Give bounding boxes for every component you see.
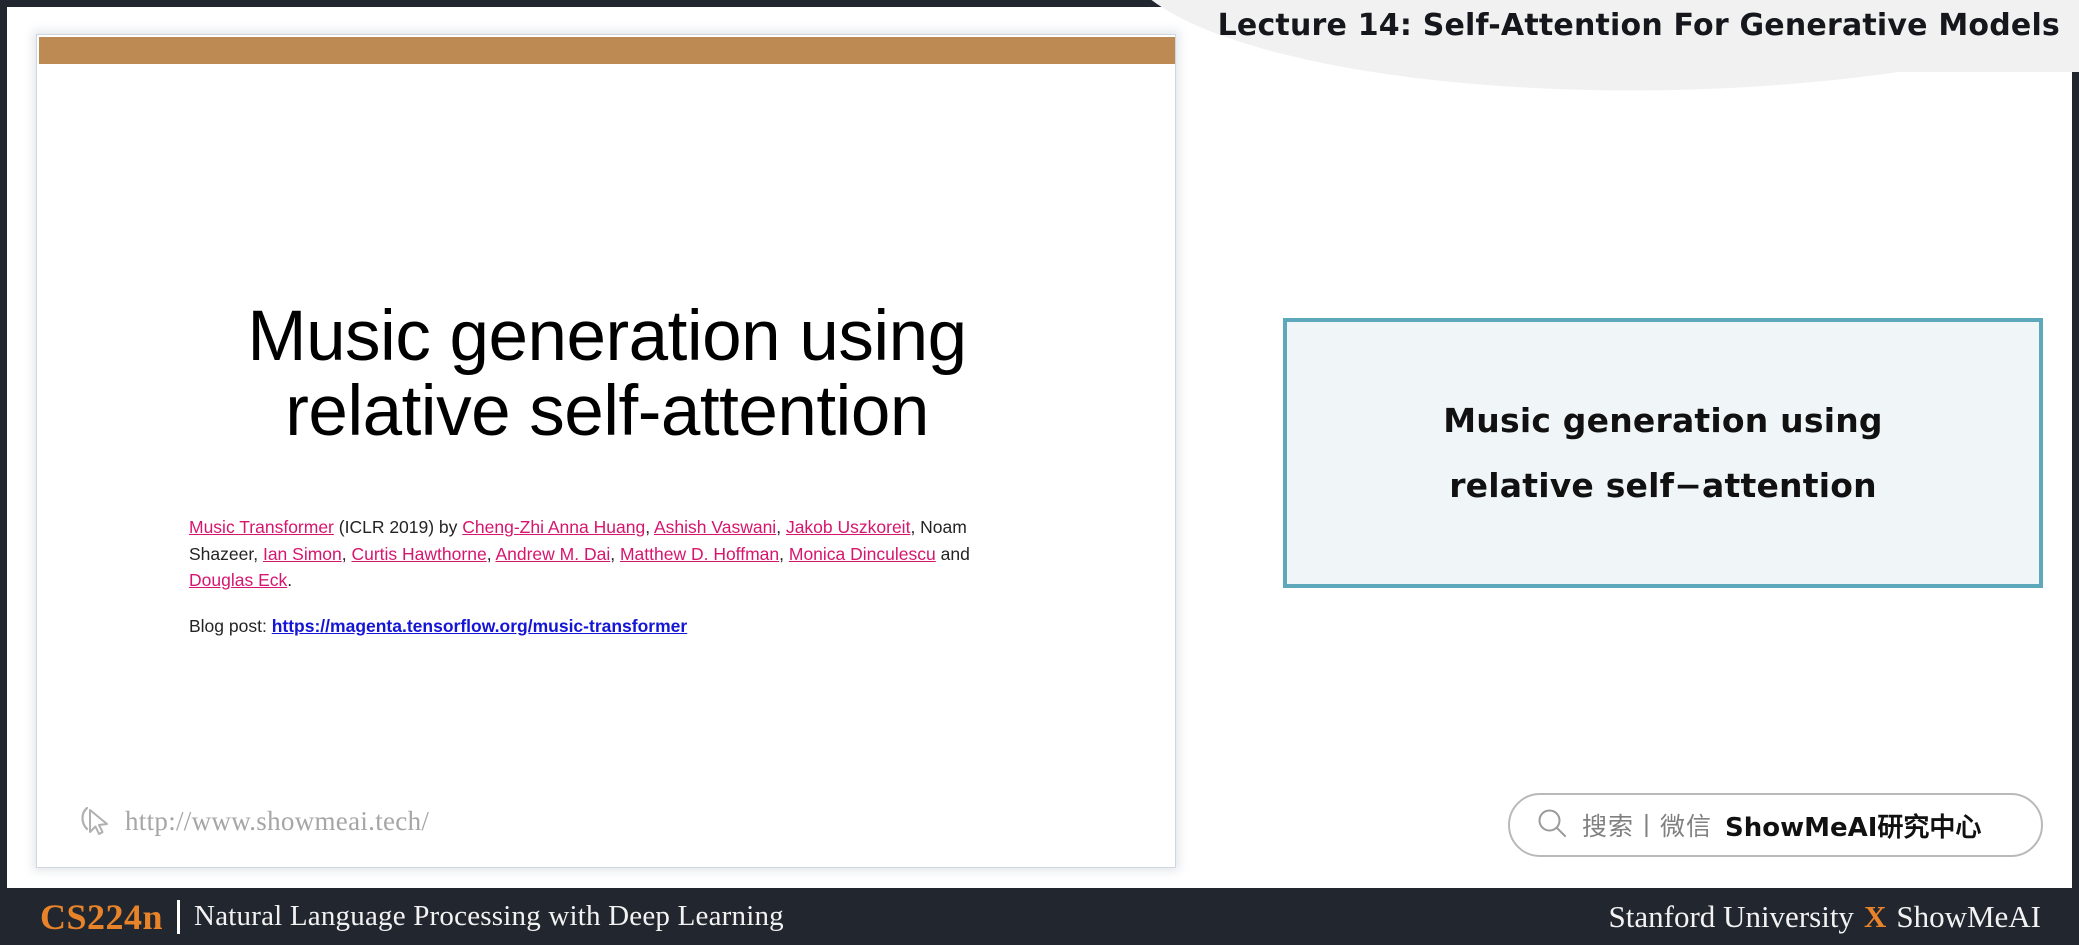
citation-author-5[interactable]: Curtis Hawthorne: [351, 544, 486, 564]
search-icon: [1535, 806, 1569, 845]
footer-left-group: CS224n Natural Language Processing with …: [40, 888, 784, 945]
slide-card: Music generation using relative self-att…: [36, 34, 1176, 868]
window-chrome-left: [0, 0, 7, 888]
citation-venue: (ICLR 2019) by: [333, 517, 463, 537]
annotation-panel: Music generation using relative self−att…: [1283, 318, 2043, 588]
footer-course-code: CS224n: [40, 896, 164, 937]
citation-author-6[interactable]: Andrew M. Dai: [495, 544, 610, 564]
blog-post-label: Blog post:: [189, 616, 272, 636]
citation-author-8[interactable]: Monica Dinculescu: [789, 544, 936, 564]
annotation-line-2: relative self−attention: [1449, 466, 1877, 505]
watermark-url: http://www.showmeai.tech/: [125, 806, 430, 836]
citation-sep-2: ,: [910, 517, 921, 537]
citation-author-4[interactable]: Ian Simon: [263, 544, 342, 564]
window-chrome-right: [2072, 0, 2079, 888]
footer-affiliation-right: ShowMeAI: [1896, 898, 2041, 934]
slide-title: Music generation using relative self-att…: [97, 297, 1117, 451]
annotation-line-1: Music generation using: [1443, 401, 1883, 440]
watermark: http://www.showmeai.tech/: [79, 802, 429, 841]
slide-title-line-2: relative self-attention: [285, 371, 929, 451]
citation-block: Music Transformer (ICLR 2019) by Cheng-Z…: [189, 514, 1034, 594]
footer-course-name: Natural Language Processing with Deep Le…: [194, 900, 784, 932]
footer-affiliation-x: X: [1863, 898, 1887, 934]
citation-author-1[interactable]: Ashish Vaswani: [654, 517, 776, 537]
citation-author-7[interactable]: Matthew D. Hoffman: [620, 544, 779, 564]
citation-conjunction: and: [935, 543, 970, 564]
citation-author-9[interactable]: Douglas Eck: [189, 570, 287, 590]
search-placeholder-label: 搜索丨微信: [1582, 812, 1713, 841]
annotation-panel-text: Music generation using relative self−att…: [1287, 322, 2039, 584]
lecture-title: Lecture 14: Self-Attention For Generativ…: [1217, 8, 2060, 43]
search-brand-label: ShowMeAI研究中心: [1725, 812, 1982, 843]
blog-post-line: Blog post: https://magenta.tensorflow.or…: [189, 616, 687, 637]
citation-sep-3: ,: [253, 543, 263, 564]
slide-title-line-1: Music generation using: [247, 297, 967, 376]
blog-post-link[interactable]: https://magenta.tensorflow.org/music-tra…: [272, 616, 688, 636]
search-bar[interactable]: 搜索丨微信 ShowMeAI研究中心: [1508, 793, 2043, 857]
cursor-pointer-icon: [79, 802, 113, 841]
slide-accent-bar: [39, 37, 1175, 64]
citation-sep-0: ,: [645, 517, 654, 537]
footer-affiliation-left: Stanford University: [1608, 898, 1854, 934]
citation-paper-link[interactable]: Music Transformer: [189, 517, 334, 537]
footer-bar: CS224n Natural Language Processing with …: [0, 888, 2079, 945]
citation-sep-7: ,: [779, 543, 789, 564]
footer-right-group: Stanford University X ShowMeAI: [1609, 888, 2041, 945]
citation-author-0[interactable]: Cheng-Zhi Anna Huang: [462, 517, 645, 537]
citation-sep-6: ,: [610, 543, 620, 564]
citation-author-2[interactable]: Jakob Uszkoreit: [786, 517, 911, 537]
slide-viewer: Lecture 14: Self-Attention For Generativ…: [0, 0, 2079, 945]
citation-terminator: .: [287, 570, 293, 591]
citation-sep-1: ,: [776, 517, 786, 537]
footer-divider: [177, 899, 181, 934]
